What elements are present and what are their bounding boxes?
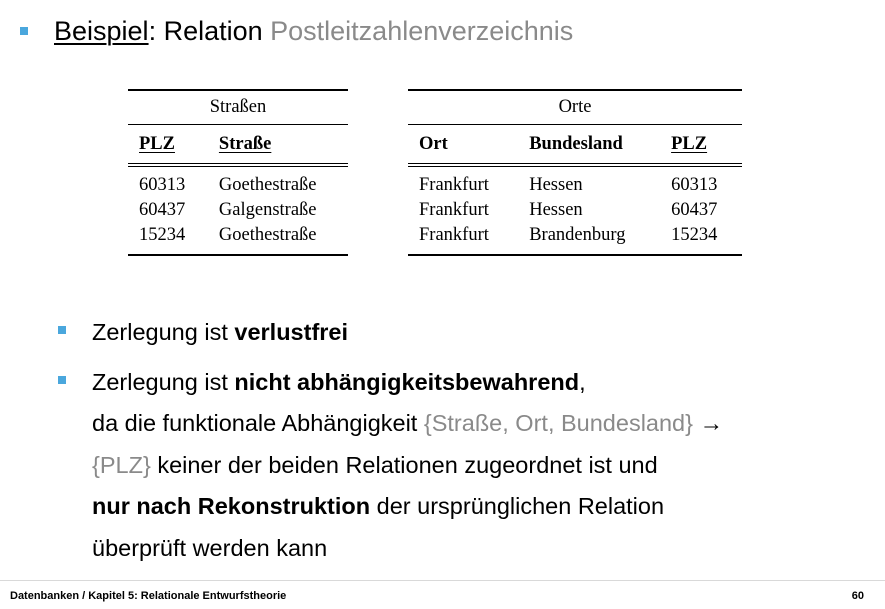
table-cell: Hessen — [529, 200, 583, 220]
table-orte: Orte Ort Bundesland PLZ Frankfurt Hessen… — [408, 89, 742, 256]
table-cell: Goethestraße — [207, 223, 348, 256]
table-cell: Frankfurt — [419, 175, 489, 195]
title-underlined: Beispiel — [54, 16, 149, 46]
table-strassen: Straßen PLZ Straße 60313 Goethestraße 60… — [128, 89, 348, 256]
column-header: PLZ — [128, 124, 208, 167]
table-cell: 15234 — [660, 223, 742, 256]
fd-arrow: → — [692, 410, 724, 436]
bullet-icon — [58, 375, 66, 384]
column-header: Ort — [408, 124, 519, 167]
column-header: Bundesland — [518, 124, 661, 167]
slide-title-row: Beispiel: Relation Postleitzahlenverzeic… — [20, 13, 573, 49]
table-row: 60437 Galgenstraße — [128, 198, 348, 223]
table-cell: Hessen — [529, 175, 583, 195]
table-cell: 60437 — [139, 200, 186, 220]
table-row: 60313 Goethestraße — [128, 165, 348, 198]
fd-lhs: {Straße, Ort, Bundesland} — [423, 410, 693, 436]
footer-course-label: Datenbanken / Kapitel 5: Relationale Ent… — [10, 590, 287, 602]
slide-title: Beispiel: Relation Postleitzahlenverzeic… — [54, 13, 573, 49]
page-number: 60 — [851, 590, 864, 602]
footer-divider — [0, 580, 885, 581]
table-cell: 60437 — [671, 200, 718, 220]
bullet-item: Zerlegung ist verlustfrei — [58, 312, 858, 354]
bullet-item: Zerlegung ist nicht abhängigkeitsbewahre… — [58, 362, 858, 570]
fd-rhs: {PLZ} — [92, 451, 151, 478]
column-header: Straße — [207, 124, 348, 167]
table-cell: Frankfurt — [408, 223, 519, 256]
table-cell: 60313 — [139, 175, 186, 195]
table-cell: 15234 — [128, 223, 208, 256]
title-bullet-icon — [20, 27, 28, 35]
table-row: Frankfurt Brandenburg 15234 — [408, 223, 742, 256]
title-rest: : Relation — [148, 16, 271, 46]
table-cell: Goethestraße — [218, 175, 317, 195]
table-cell: 60313 — [671, 175, 718, 195]
table-row: Frankfurt Hessen 60313 — [408, 165, 742, 198]
table-caption: Orte — [408, 89, 742, 125]
table-row: 15234 Goethestraße — [128, 223, 348, 256]
column-header: PLZ — [660, 124, 742, 167]
slide: Beispiel: Relation Postleitzahlenverzeic… — [0, 0, 885, 609]
table-caption: Straßen — [128, 89, 348, 125]
table-cell: Brandenburg — [518, 223, 661, 256]
bullet-icon — [58, 326, 66, 334]
title-gray: Postleitzahlenverzeichnis — [270, 16, 574, 46]
bullet-list: Zerlegung ist verlustfrei Zerlegung ist … — [58, 312, 858, 569]
table-row: Frankfurt Hessen 60437 — [408, 198, 742, 223]
table-cell: Frankfurt — [419, 200, 489, 220]
table-cell: Galgenstraße — [218, 200, 317, 220]
